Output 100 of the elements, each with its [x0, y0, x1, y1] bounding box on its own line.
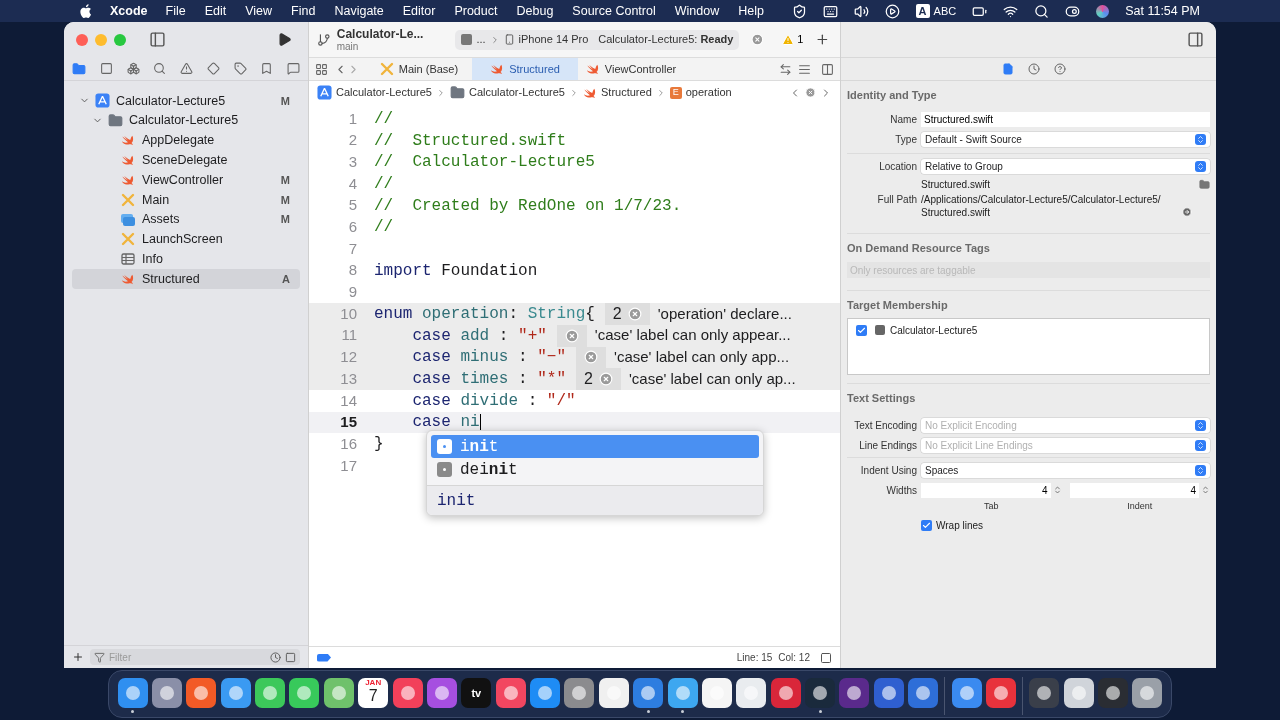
- tree-item[interactable]: Calculator-Lecture5 M: [72, 91, 300, 111]
- source-control-icon[interactable]: [99, 62, 113, 75]
- breadcrumb-item[interactable]: Structured: [583, 84, 652, 101]
- menu-item[interactable]: File: [165, 1, 186, 21]
- issue-count[interactable]: [556, 324, 587, 347]
- history-icon[interactable]: [1027, 63, 1040, 75]
- keyboard-icon[interactable]: [822, 3, 838, 19]
- input-source[interactable]: ABC: [933, 2, 957, 20]
- control-center-icon[interactable]: [1065, 3, 1081, 19]
- menu-item[interactable]: Product: [454, 1, 498, 21]
- breakpoint-icon[interactable]: [317, 653, 331, 662]
- error-message[interactable]: 'operation' declare...: [657, 302, 792, 326]
- tree-item[interactable]: LaunchScreen: [72, 229, 300, 250]
- shield-icon[interactable]: [791, 3, 807, 19]
- app-icon[interactable]: [701, 678, 732, 708]
- tree-item[interactable]: Info: [72, 249, 300, 270]
- menu-item[interactable]: Help: [738, 1, 764, 21]
- add-icon[interactable]: [815, 32, 830, 47]
- issue-count[interactable]: [576, 346, 607, 369]
- popup-button[interactable]: Default - Swift Source: [921, 132, 1210, 147]
- inspector-toggle-icon[interactable]: [1187, 31, 1204, 48]
- tree-item[interactable]: SceneDelegate: [72, 150, 300, 171]
- width-field[interactable]: 4: [921, 482, 1051, 498]
- tree-item[interactable]: Calculator-Lecture5: [72, 110, 300, 131]
- menu-item[interactable]: Edit: [204, 1, 227, 21]
- menu-item[interactable]: Window: [674, 1, 720, 21]
- popup-button[interactable]: Relative to Group: [921, 159, 1210, 174]
- wifi-icon[interactable]: [1003, 3, 1019, 19]
- menu-item[interactable]: Navigate: [334, 1, 384, 21]
- app-icon[interactable]: [951, 678, 982, 708]
- scheme-selector[interactable]: ... iPhone 14 Pro Calculator-Lecture5: Ready: [455, 29, 740, 50]
- tv-app-icon[interactable]: tv: [461, 678, 492, 708]
- folder-icon[interactable]: [1199, 179, 1210, 190]
- app-icon[interactable]: [151, 678, 182, 708]
- app-icon[interactable]: [1063, 678, 1094, 708]
- recent-icon[interactable]: [270, 651, 281, 663]
- app-icon[interactable]: [633, 678, 664, 708]
- app-icon[interactable]: [426, 678, 457, 708]
- app-icon[interactable]: [873, 678, 904, 708]
- filter-input[interactable]: Filter: [109, 649, 249, 665]
- app-icon[interactable]: [220, 678, 251, 708]
- app-icon[interactable]: [598, 678, 629, 708]
- menu-item[interactable]: Source Control: [572, 1, 656, 21]
- diamond-icon[interactable]: [206, 62, 220, 75]
- completion-item[interactable]: deinit: [431, 458, 759, 481]
- app-icon[interactable]: [392, 678, 423, 708]
- app-icon[interactable]: [186, 678, 217, 708]
- checkbox[interactable]: [856, 324, 867, 336]
- tree-item[interactable]: Structured A: [72, 269, 300, 289]
- menu-item[interactable]: Editor: [402, 1, 436, 21]
- run-icon[interactable]: [277, 32, 292, 47]
- error-message[interactable]: 'case' label can only appear...: [594, 324, 791, 347]
- siri-icon[interactable]: [1096, 4, 1110, 18]
- warning-icon[interactable]: [180, 62, 193, 75]
- reveal-icon[interactable]: [1182, 207, 1192, 217]
- input-source-badge[interactable]: A: [915, 4, 930, 18]
- calendar-app-icon[interactable]: JAN 7: [358, 678, 389, 708]
- name-field[interactable]: Structured.swift: [921, 112, 1210, 127]
- bookmark-icon[interactable]: [260, 62, 274, 75]
- editor-options-icon[interactable]: [798, 62, 811, 76]
- app-icon[interactable]: [289, 678, 320, 708]
- apple-logo-icon[interactable]: [80, 4, 92, 18]
- app-icon[interactable]: [1098, 678, 1129, 708]
- popup-button[interactable]: Spaces: [921, 462, 1210, 478]
- search-icon[interactable]: [1034, 3, 1050, 19]
- editor-tab[interactable]: Structured: [472, 58, 578, 80]
- debug-area-icon[interactable]: [820, 651, 832, 664]
- app-icon[interactable]: [805, 678, 836, 708]
- volume-icon[interactable]: [853, 3, 869, 19]
- file-inspector-icon[interactable]: [1001, 63, 1014, 75]
- app-icon[interactable]: [908, 678, 939, 708]
- folder-icon[interactable]: [72, 61, 86, 76]
- tag-icon[interactable]: [233, 62, 247, 75]
- breadcrumb-item[interactable]: Calculator-Lecture5: [317, 84, 432, 101]
- related-items-icon[interactable]: [779, 62, 792, 76]
- breadcrumb-item[interactable]: Calculator-Lecture5: [450, 84, 565, 101]
- app-icon[interactable]: [323, 678, 354, 708]
- sidebar-toggle-icon[interactable]: [149, 31, 166, 48]
- play-circle-icon[interactable]: [884, 3, 900, 19]
- app-icon[interactable]: [667, 678, 698, 708]
- issue-count[interactable]: 2: [576, 368, 621, 390]
- tree-item[interactable]: ViewController M: [72, 170, 300, 190]
- app-icon[interactable]: [1132, 678, 1163, 708]
- stop-icon[interactable]: [751, 33, 765, 46]
- split-editor-icon[interactable]: [821, 62, 834, 76]
- checkbox[interactable]: [921, 519, 932, 531]
- app-icon[interactable]: [1029, 678, 1060, 708]
- app-icon[interactable]: [839, 678, 870, 708]
- editor-tab[interactable]: ViewController: [578, 58, 684, 80]
- app-menu[interactable]: Xcode: [110, 1, 148, 21]
- help-icon[interactable]: [1053, 63, 1066, 75]
- app-icon[interactable]: [736, 678, 767, 708]
- issue-icon[interactable]: [805, 87, 816, 98]
- menu-item[interactable]: View: [245, 1, 273, 21]
- app-icon[interactable]: [255, 678, 286, 708]
- editor-tab[interactable]: Main (Base): [366, 58, 472, 80]
- app-icon[interactable]: [985, 678, 1016, 708]
- warning-badge[interactable]: 1: [782, 31, 804, 48]
- app-icon[interactable]: [117, 678, 148, 708]
- project-title[interactable]: Calculator-Le...: [336, 26, 450, 41]
